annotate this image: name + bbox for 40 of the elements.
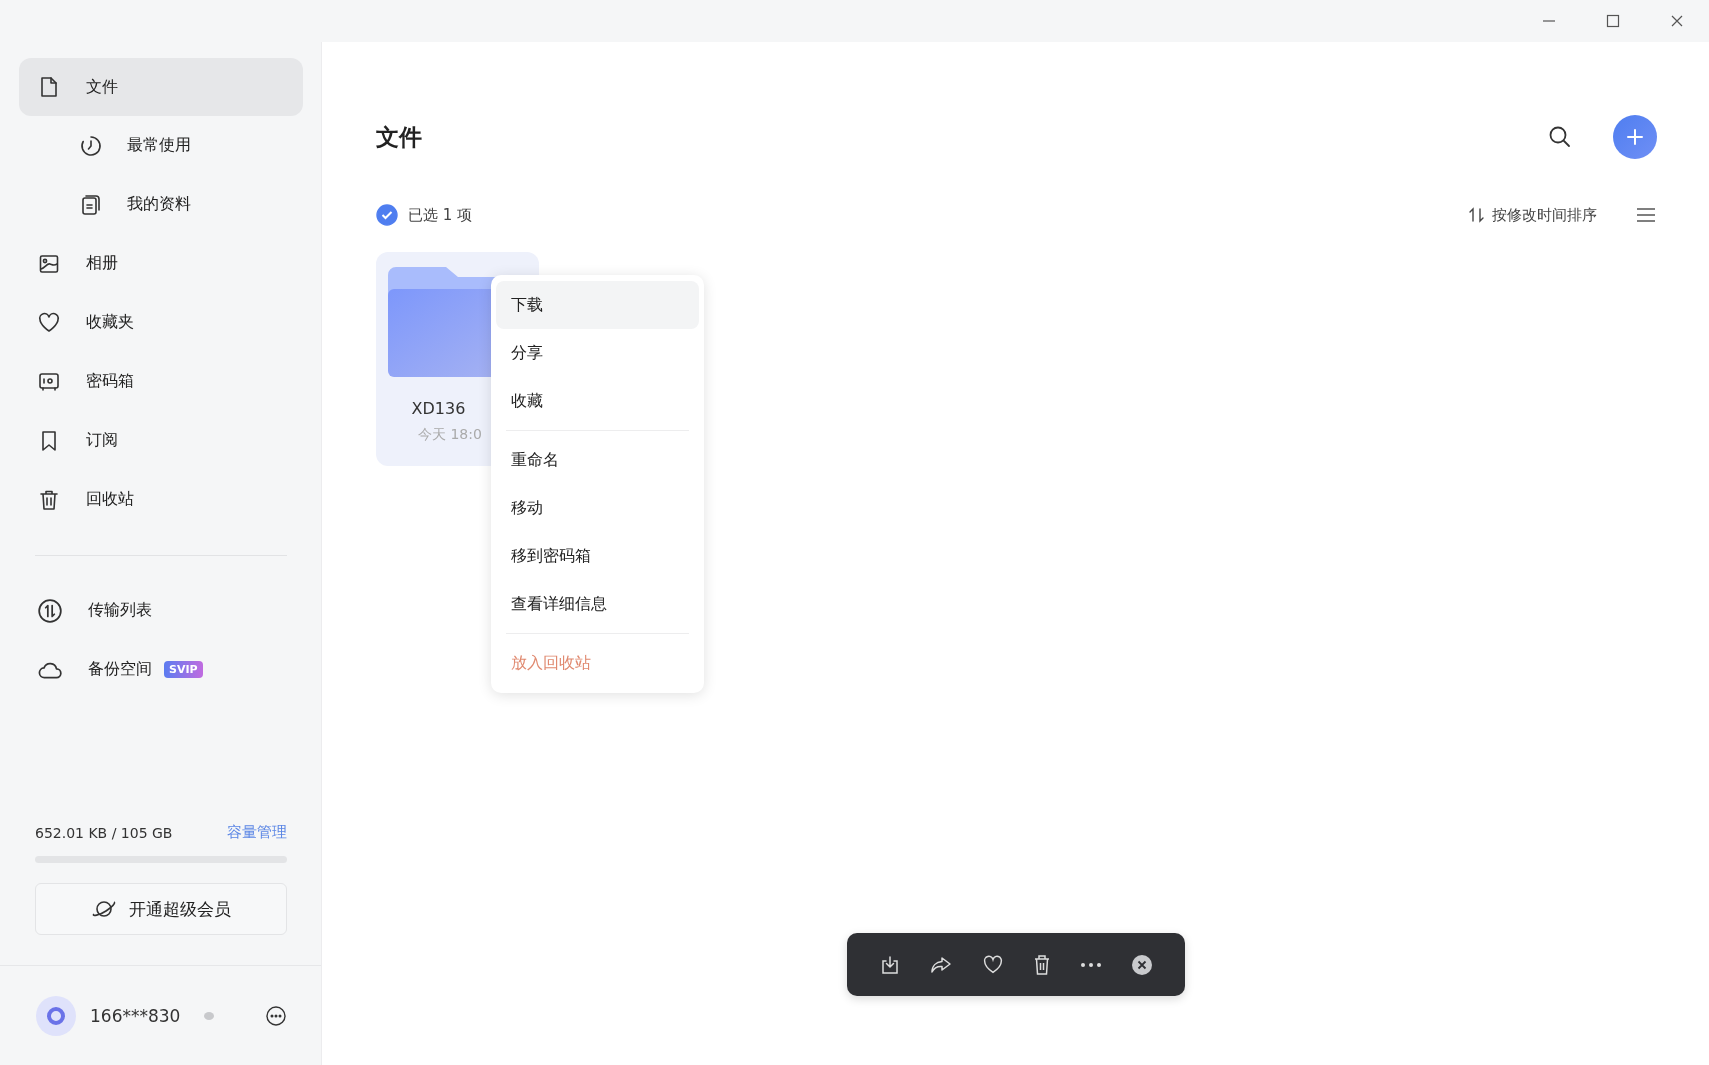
sidebar-item[interactable]: 最常使用	[19, 116, 303, 175]
sidebar-item[interactable]: 相册	[19, 234, 303, 293]
sidebar-item[interactable]: 收藏夹	[19, 293, 303, 352]
sidebar-item[interactable]: 备份空间 SVIP	[19, 640, 303, 699]
transfer-icon	[37, 597, 63, 624]
menu-item[interactable]: 查看详细信息	[496, 580, 699, 628]
close-icon[interactable]	[1130, 953, 1153, 976]
check-icon[interactable]	[376, 204, 398, 226]
more-icon[interactable]	[265, 1004, 287, 1027]
user-name: 166***830	[90, 1005, 181, 1026]
menu-item[interactable]: 移到密码箱	[496, 532, 699, 580]
avatar[interactable]	[36, 995, 76, 1036]
add-button[interactable]	[1613, 115, 1657, 159]
more-icon[interactable]	[1080, 961, 1103, 968]
heart-icon	[37, 310, 61, 335]
selection-count: 已选 1 项	[408, 205, 473, 225]
svip-badge: SVIP	[164, 661, 203, 678]
sidebar-item[interactable]: 密码箱	[19, 352, 303, 411]
notes-icon	[79, 192, 103, 217]
sort-icon	[1468, 207, 1486, 223]
maximize-icon[interactable]	[1605, 13, 1621, 29]
vip-button[interactable]: 开通超级会员	[35, 883, 287, 935]
folder-date: 今天 18:0	[418, 426, 482, 444]
sidebar-item[interactable]: 回收站	[19, 470, 303, 529]
menu-item[interactable]: 下载	[496, 281, 699, 329]
search-icon[interactable]	[1547, 124, 1573, 150]
menu-item[interactable]: 移动	[496, 484, 699, 532]
sidebar-item[interactable]: 文件	[19, 58, 303, 116]
sidebar-item[interactable]: 传输列表	[19, 581, 303, 640]
clock-icon	[79, 133, 103, 158]
sidebar-item[interactable]: 我的资料	[19, 175, 303, 234]
list-view-icon[interactable]	[1635, 206, 1657, 224]
sidebar-item[interactable]: 订阅	[19, 411, 303, 470]
sort-button[interactable]: 按修改时间排序	[1468, 205, 1597, 225]
heart-icon[interactable]	[981, 953, 1004, 976]
page-title: 文件	[376, 122, 423, 152]
storage-usage: 652.01 KB / 105 GB	[35, 824, 173, 841]
close-icon[interactable]	[1669, 13, 1685, 29]
plus-icon	[1625, 127, 1645, 147]
folder-name: XD136	[411, 399, 466, 418]
